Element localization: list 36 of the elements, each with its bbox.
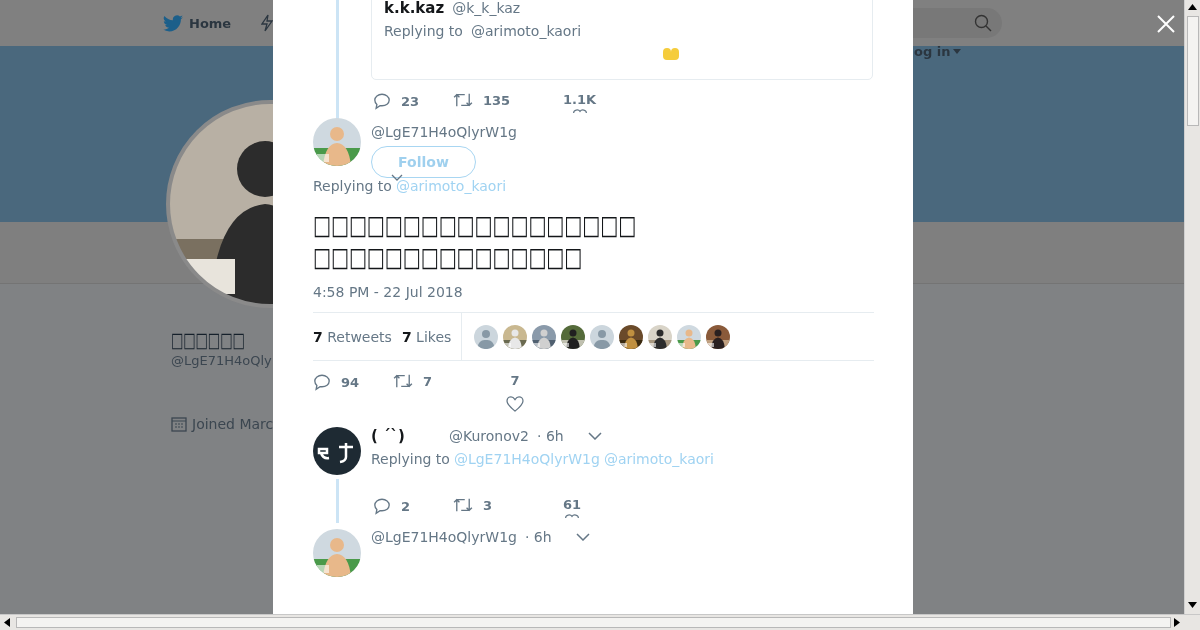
tweet-time: · 6h: [524, 529, 552, 545]
profile-handle: @LgE71H4oQly: [171, 353, 273, 368]
follow-button[interactable]: Follow: [371, 146, 476, 178]
tweet-text: □□□□□□□□□□□□□□□: [313, 239, 583, 274]
replying-label: Replying to: [313, 178, 392, 194]
replying-label: Replying to: [371, 451, 450, 467]
author-name: k.k.kaz: [384, 0, 445, 17]
retweet-count: 3: [483, 497, 493, 513]
login-link[interactable]: og in: [914, 44, 962, 59]
author-handle: @Kuronov2: [449, 428, 529, 444]
reply-count: 2: [401, 498, 411, 514]
tweet-time: · 6h: [537, 428, 564, 444]
home-link[interactable]: Home: [163, 14, 232, 32]
quoted-tweet-card[interactable]: k.k.kaz @k_k_kaz Replying to @arimoto_kaori: [371, 0, 873, 80]
retweet-count: 7: [423, 373, 433, 389]
author-name: ( ´`): [371, 427, 406, 445]
mention-link[interactable]: @arimoto_kaori: [395, 178, 507, 194]
retweets-stat-link[interactable]: 7 Retweets: [313, 328, 392, 345]
mention-link[interactable]: @arimoto_kaori: [603, 451, 714, 467]
tweet-timestamp: 4:58 PM - 22 Jul 2018: [313, 284, 464, 300]
reply-count: 23: [401, 93, 420, 109]
joined-date: Joined Marc: [192, 416, 274, 432]
retweet-count: 135: [483, 92, 511, 108]
replying-label: Replying to: [384, 23, 463, 39]
tweet-text: □□□□□□□□□□□□□□□□□□: [313, 207, 637, 242]
profile-name: □□□□□□: [171, 327, 245, 355]
like-count: 61: [563, 497, 582, 512]
like-count: 1.1K: [563, 92, 597, 107]
mention-link[interactable]: @LgE71H4oQlyrW1g: [453, 451, 600, 467]
author-handle: @LgE71H4oQlyrW1g: [371, 529, 517, 545]
author-handle: @k_k_kaz: [452, 0, 521, 16]
author-handle: @LgE71H4oQlyrW1g: [371, 124, 518, 140]
like-count: 7: [510, 373, 520, 388]
likes-stat-link[interactable]: 7 Likes: [401, 328, 452, 345]
mention-link[interactable]: @arimoto_kaori: [470, 23, 582, 39]
reply-count: 94: [341, 374, 360, 390]
